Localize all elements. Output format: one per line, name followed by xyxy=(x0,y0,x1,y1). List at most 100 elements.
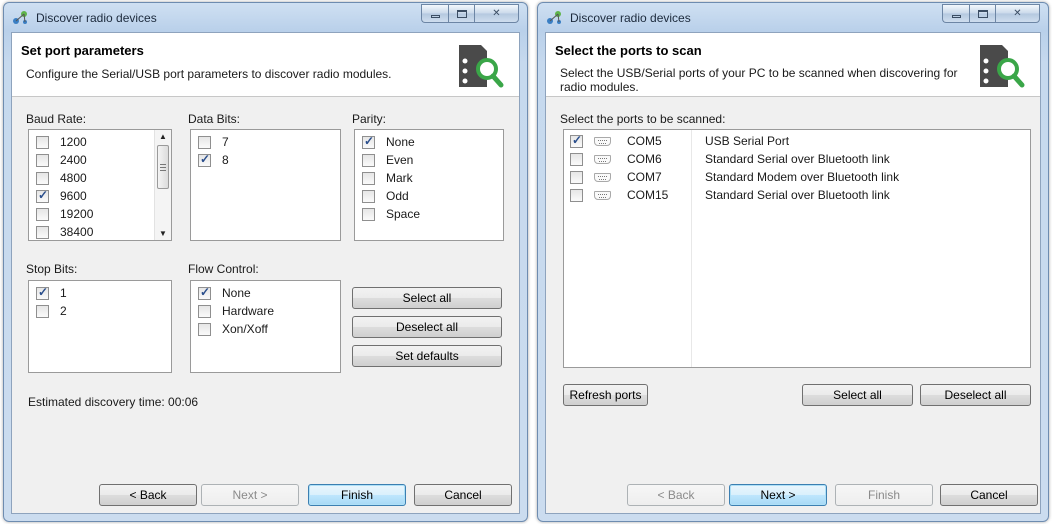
item-label: Space xyxy=(386,207,421,221)
stop-bits-item-2[interactable]: 2 xyxy=(36,302,67,320)
maximize-button[interactable] xyxy=(969,4,995,23)
checkbox[interactable] xyxy=(198,135,211,149)
wizard-header: Select the ports to scan Select the USB/… xyxy=(546,33,1040,97)
parity-list[interactable]: None Even Mark Odd Space xyxy=(354,129,504,241)
page-title: Set port parameters xyxy=(21,43,144,58)
checkbox[interactable] xyxy=(36,207,49,221)
checkbox[interactable] xyxy=(198,285,211,300)
parity-item-even[interactable]: Even xyxy=(362,151,413,169)
scrollbar-thumb[interactable] xyxy=(157,145,169,189)
set-defaults-button[interactable]: Set defaults xyxy=(352,345,502,367)
checkbox[interactable] xyxy=(36,285,49,300)
minimize-button[interactable] xyxy=(421,4,448,23)
title-bar[interactable]: Discover radio devices ✕ xyxy=(4,3,527,31)
deselect-all-button[interactable]: Deselect all xyxy=(920,384,1031,406)
serial-port-icon xyxy=(594,190,611,200)
checkbox[interactable] xyxy=(362,171,375,185)
flow-control-item-hardware[interactable]: Hardware xyxy=(198,302,274,320)
baud-rate-item-19200[interactable]: 19200 xyxy=(36,205,93,223)
checkbox[interactable] xyxy=(198,322,211,336)
parity-item-none[interactable]: None xyxy=(362,133,415,151)
checkbox[interactable] xyxy=(36,188,49,203)
port-row-com15[interactable]: COM15 Standard Serial over Bluetooth lin… xyxy=(570,186,1025,204)
dialog-client: Select the ports to scan Select the USB/… xyxy=(545,32,1041,514)
item-label: 8 xyxy=(222,153,229,167)
item-label: None xyxy=(222,286,251,300)
baud-rate-item-38400[interactable]: 38400 xyxy=(36,223,93,240)
checkbox[interactable] xyxy=(36,135,49,149)
port-name: COM7 xyxy=(627,170,662,184)
finish-button[interactable]: Finish xyxy=(835,484,933,506)
next-button[interactable]: Next > xyxy=(729,484,827,506)
scroll-up-icon[interactable]: ▲ xyxy=(159,132,167,141)
port-name: COM6 xyxy=(627,152,662,166)
window-controls: ✕ xyxy=(421,4,519,23)
cancel-button[interactable]: Cancel xyxy=(940,484,1038,506)
baud-rate-list[interactable]: 1200 2400 4800 9600 19200 38400 ▲ ▼ xyxy=(28,129,172,241)
data-bits-item-8[interactable]: 8 xyxy=(198,151,229,169)
select-all-button[interactable]: Select all xyxy=(352,287,502,309)
checkbox[interactable] xyxy=(362,134,375,149)
page-description: Select the USB/Serial ports of your PC t… xyxy=(560,66,958,94)
item-label: Odd xyxy=(386,189,409,203)
port-row-com6[interactable]: COM6 Standard Serial over Bluetooth link xyxy=(570,150,1025,168)
close-button[interactable]: ✕ xyxy=(474,4,519,23)
finish-button[interactable]: Finish xyxy=(308,484,406,506)
flow-control-item-none[interactable]: None xyxy=(198,284,251,302)
title-bar[interactable]: Discover radio devices ✕ xyxy=(538,3,1048,31)
deselect-all-button[interactable]: Deselect all xyxy=(352,316,502,338)
checkbox[interactable] xyxy=(362,189,375,203)
baud-rate-item-1200[interactable]: 1200 xyxy=(36,133,87,151)
checkbox[interactable] xyxy=(36,304,49,318)
checkbox[interactable] xyxy=(362,207,375,221)
baud-rate-label: Baud Rate: xyxy=(26,112,87,126)
cancel-button[interactable]: Cancel xyxy=(414,484,512,506)
baud-rate-item-4800[interactable]: 4800 xyxy=(36,169,87,187)
next-button[interactable]: Next > xyxy=(201,484,299,506)
checkbox[interactable] xyxy=(570,188,583,202)
baud-rate-item-2400[interactable]: 2400 xyxy=(36,151,87,169)
checkbox[interactable] xyxy=(198,304,211,318)
vertical-scrollbar[interactable]: ▲ ▼ xyxy=(154,130,171,240)
item-label: 1 xyxy=(60,286,67,300)
checkbox[interactable] xyxy=(570,152,583,166)
select-all-button[interactable]: Select all xyxy=(802,384,913,406)
stop-bits-item-1[interactable]: 1 xyxy=(36,284,67,302)
ports-list[interactable]: COM5 USB Serial Port COM6 Standard Seria… xyxy=(563,129,1031,368)
parity-item-mark[interactable]: Mark xyxy=(362,169,413,187)
parity-item-odd[interactable]: Odd xyxy=(362,187,409,205)
flow-control-item-xon-xoff[interactable]: Xon/Xoff xyxy=(198,320,268,338)
back-button[interactable]: < Back xyxy=(99,484,197,506)
data-bits-list[interactable]: 7 8 xyxy=(190,129,341,241)
minimize-button[interactable] xyxy=(942,4,969,23)
checkbox[interactable] xyxy=(198,152,211,167)
checkbox[interactable] xyxy=(36,225,49,239)
checkbox[interactable] xyxy=(36,153,49,167)
port-row-com5[interactable]: COM5 USB Serial Port xyxy=(570,132,1025,150)
maximize-icon xyxy=(456,9,467,18)
stop-bits-list[interactable]: 1 2 xyxy=(28,280,172,373)
scroll-down-icon[interactable]: ▼ xyxy=(159,229,167,238)
minimize-icon xyxy=(430,15,440,18)
checkbox[interactable] xyxy=(362,153,375,167)
data-bits-item-7[interactable]: 7 xyxy=(198,133,229,151)
checkbox[interactable] xyxy=(36,171,49,185)
close-button[interactable]: ✕ xyxy=(995,4,1040,23)
item-label: Mark xyxy=(386,171,413,185)
wizard-header: Set port parameters Configure the Serial… xyxy=(12,33,519,97)
radio-module-search-icon xyxy=(980,45,1025,88)
port-row-com7[interactable]: COM7 Standard Modem over Bluetooth link xyxy=(570,168,1025,186)
parity-item-space[interactable]: Space xyxy=(362,205,420,223)
item-label: Even xyxy=(386,153,414,167)
flow-control-list[interactable]: None Hardware Xon/Xoff xyxy=(190,280,341,373)
baud-rate-item-9600[interactable]: 9600 xyxy=(36,187,87,205)
parity-label: Parity: xyxy=(352,112,387,126)
radio-module-search-icon xyxy=(459,45,504,88)
checkbox[interactable] xyxy=(570,170,583,184)
item-label: 9600 xyxy=(60,189,87,203)
close-icon: ✕ xyxy=(492,8,501,19)
refresh-ports-button[interactable]: Refresh ports xyxy=(563,384,648,406)
checkbox[interactable] xyxy=(570,133,583,148)
back-button[interactable]: < Back xyxy=(627,484,725,506)
maximize-button[interactable] xyxy=(448,4,474,23)
